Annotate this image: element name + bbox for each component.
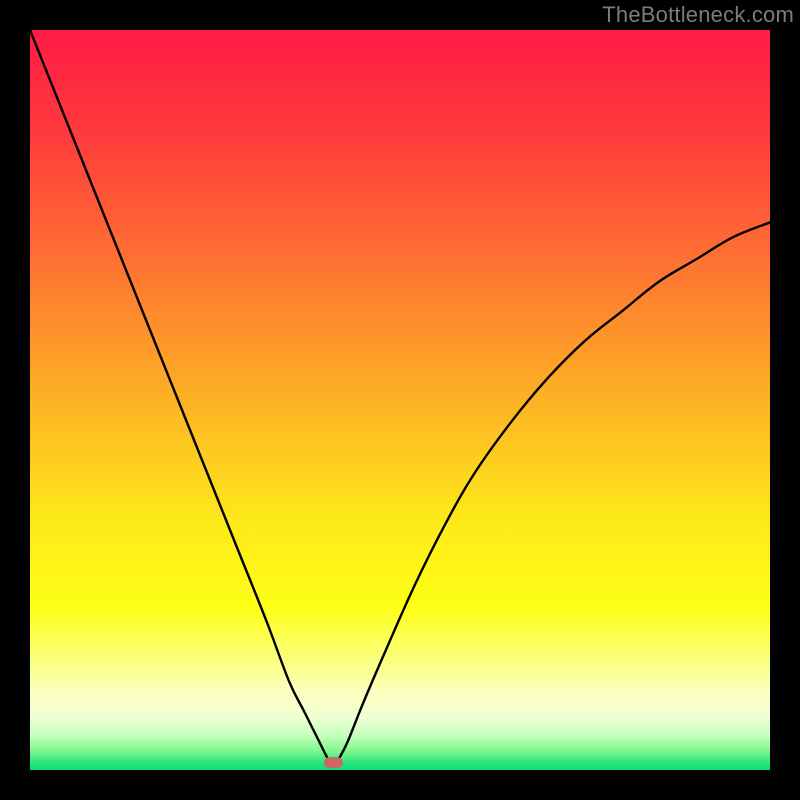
watermark-text: TheBottleneck.com <box>602 2 794 28</box>
chart-svg <box>30 30 770 770</box>
chart-background <box>30 30 770 770</box>
chart-frame: TheBottleneck.com <box>0 0 800 800</box>
minimum-marker <box>324 757 343 768</box>
plot-area <box>30 30 770 770</box>
